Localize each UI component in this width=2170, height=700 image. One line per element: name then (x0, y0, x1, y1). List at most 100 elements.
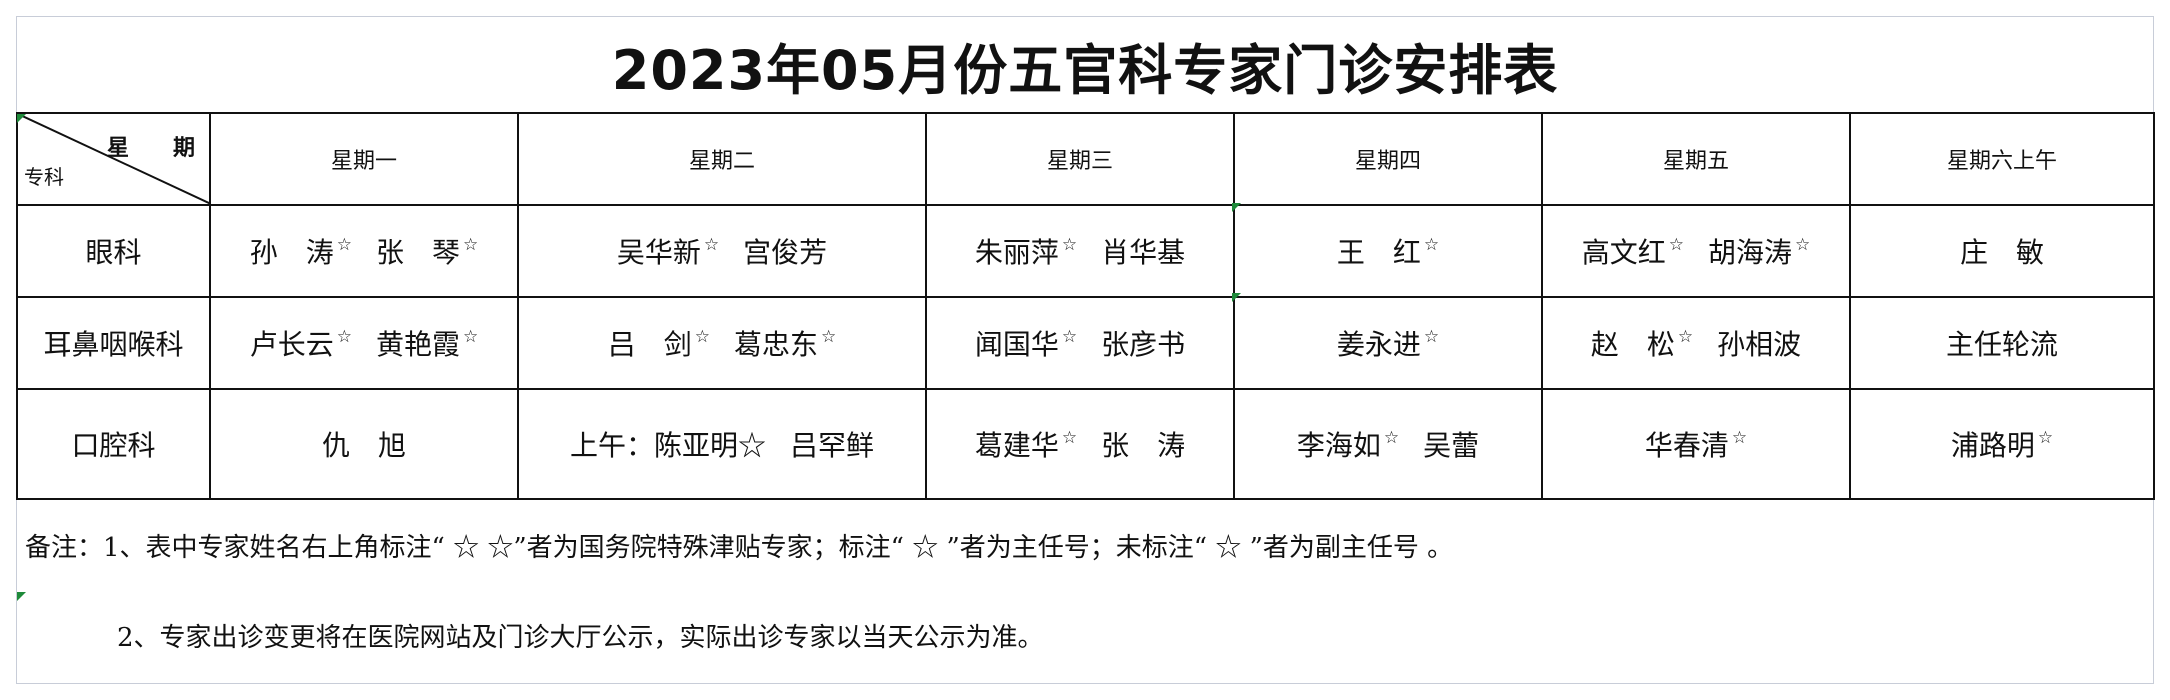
star-icon: ☆ (1423, 235, 1440, 255)
doctor-name-text: 闻国华 (974, 328, 1059, 361)
doctor-name-text: 葛建华 (974, 429, 1059, 462)
doctor-name-text: 胡海涛 (1708, 236, 1793, 269)
doctor-name-text: 朱丽萍 (974, 236, 1059, 269)
doctor-name: 胡海涛 ☆ (1708, 231, 1810, 271)
schedule-cell: 姜永进 ☆ (1233, 296, 1543, 390)
corner-dept-label: 专科 (24, 165, 64, 189)
schedule-cell: 庄 敏 (1849, 204, 2155, 298)
doctor-name-text: 赵 松 (1590, 328, 1675, 361)
doctor-name: 张 涛 (1101, 424, 1185, 464)
star-icon: ☆ (1383, 428, 1400, 448)
doctor-name-text: 孙 涛 (249, 236, 334, 269)
star-icon: ☆ (694, 327, 710, 347)
doctor-name-text: 王 红 (1336, 236, 1421, 269)
schedule-cell: 吴华新 ☆ 宫俊芳 (517, 204, 927, 298)
schedule-sheet: 2023年05月份五官科专家门诊安排表 星 期 专科 星期一 星期二 星期三 星… (16, 16, 2155, 684)
doctor-name: 葛建华 ☆ (975, 424, 1077, 464)
star-icon: ☆ (1795, 235, 1811, 255)
star-icon: ☆ (1731, 428, 1748, 448)
doctor-name-text: 华春清 (1644, 429, 1729, 462)
schedule-cell: 仇 旭 (209, 388, 519, 500)
doctor-name-text: 张 涛 (1101, 429, 1186, 462)
corner-weekday-label: 星 期 (106, 136, 195, 161)
dept-row: 耳鼻咽喉科 卢长云 ☆ 黄艳霞 ☆ 吕 剑 ☆ 葛忠东 ☆ 闻国华 ☆ 张彦书 姜永进 ☆ 赵 松 ☆ 孙相波主… (16, 296, 2155, 390)
doctor-name-text: 卢长云 (249, 328, 334, 361)
star-icon: ☆ (336, 327, 352, 347)
day-header: 星期三 (925, 112, 1235, 206)
schedule-cell: 浦路明 ☆ (1849, 388, 2155, 500)
star-icon: ☆ (336, 235, 352, 255)
dept-name: 耳鼻咽喉科 (16, 296, 211, 390)
doctor-name-text: 高文红 (1581, 236, 1666, 269)
doctor-name-text: 庄 敏 (1959, 236, 2044, 269)
star-icon: ☆ (1423, 327, 1440, 347)
doctor-name-text: 李海如 (1296, 429, 1381, 462)
schedule-cell: 赵 松 ☆ 孙相波 (1541, 296, 1851, 390)
doctor-name: 庄 敏 (1960, 231, 2044, 271)
star-icon: ☆ (821, 327, 837, 347)
star-icon: ☆ (1061, 235, 1078, 255)
day-header: 星期五 (1541, 112, 1851, 206)
schedule-cell: 孙 涛 ☆ 张 琴 ☆ (209, 204, 519, 298)
doctor-name: 主任轮流 (1946, 323, 2058, 363)
note-1: 备注：1、表中专家姓名右上角标注“ ☆ ☆”者为国务院特殊津贴专家；标注“ ☆ … (25, 533, 1454, 563)
schedule-cell: 吕 剑 ☆ 葛忠东 ☆ (517, 296, 927, 390)
schedule-cell: 李海如 ☆ 吴蕾 (1233, 388, 1543, 500)
doctor-name: 仇 旭 (322, 424, 406, 464)
doctor-name: 闻国华 ☆ (975, 323, 1077, 363)
star-icon: ☆ (463, 327, 479, 347)
dept-name: 眼科 (16, 204, 211, 298)
doctor-name: 王 红 ☆ (1337, 231, 1439, 271)
doctor-name: 李海如 ☆ (1297, 424, 1399, 464)
dept-row: 口腔科仇 旭上午：陈亚明☆ 吕罕鲜 葛建华 ☆ 张 涛李海如 ☆ 吴蕾 华春清 ☆ 浦路明 ☆ (16, 388, 2155, 500)
note-2: 2、专家出诊变更将在医院网站及门诊大厅公示，实际出诊专家以当天公示为准。 (117, 623, 1044, 653)
schedule-cell: 卢长云 ☆ 黄艳霞 ☆ (209, 296, 519, 390)
star-icon: ☆ (1061, 428, 1078, 448)
doctor-name-text: 吴蕾 (1423, 429, 1480, 462)
doctor-name-text: 葛忠东 (734, 328, 819, 361)
star-icon: ☆ (703, 235, 720, 255)
schedule-cell: 上午：陈亚明☆ 吕罕鲜 (517, 388, 927, 500)
cell-marker (1232, 293, 1241, 302)
doctor-name-text: 宫俊芳 (743, 236, 828, 269)
doctor-name: 吴华新 ☆ (617, 231, 719, 271)
doctor-name: 孙 涛 ☆ (250, 231, 352, 271)
doctor-name: 高文红 ☆ (1582, 231, 1684, 271)
doctor-name-text: 仇 旭 (321, 429, 406, 462)
cell-marker (1232, 203, 1241, 212)
star-icon: ☆ (2037, 428, 2054, 448)
doctor-name: 华春清 ☆ (1645, 424, 1747, 464)
doctor-name-text: 吕罕鲜 (790, 429, 875, 462)
schedule-cell: 葛建华 ☆ 张 涛 (925, 388, 1235, 500)
doctor-name: 吴蕾 (1423, 424, 1479, 464)
doctor-name: 浦路明 ☆ (1951, 424, 2053, 464)
star-icon: ☆ (1061, 327, 1078, 347)
doctor-name: 黄艳霞 ☆ (376, 323, 478, 363)
schedule-cell: 闻国华 ☆ 张彦书 (925, 296, 1235, 390)
doctor-name-text: 肖华基 (1101, 236, 1186, 269)
day-header: 星期六上午 (1849, 112, 2155, 206)
doctor-name-text: 黄艳霞 (376, 328, 461, 361)
page-title: 2023年05月份五官科专家门诊安排表 (611, 38, 1559, 102)
doctor-name: 赵 松 ☆ (1591, 323, 1693, 363)
day-header: 星期二 (517, 112, 927, 206)
doctor-name-text: 吴华新 (616, 236, 701, 269)
schedule-cell: 朱丽萍 ☆ 肖华基 (925, 204, 1235, 298)
corner-header-cell: 星 期 专科 (16, 112, 211, 206)
doctor-name-text: 姜永进 (1336, 328, 1421, 361)
doctor-name-text: 上午：陈亚明☆ (569, 429, 766, 462)
cell-marker (17, 592, 26, 601)
header-row: 星 期 专科 星期一 星期二 星期三 星期四 星期五 星期六上午 (16, 112, 2155, 206)
doctor-name-text: 孙相波 (1717, 328, 1802, 361)
doctor-name: 肖华基 (1101, 231, 1185, 271)
doctor-name: 卢长云 ☆ (250, 323, 352, 363)
doctor-name-text: 主任轮流 (1945, 328, 2058, 361)
doctor-name: 葛忠东 ☆ (734, 323, 836, 363)
doctor-name: 孙相波 (1717, 323, 1801, 363)
doctor-name: 上午：陈亚明☆ (570, 424, 766, 464)
doctor-name-text: 张彦书 (1101, 328, 1186, 361)
doctor-name: 吕罕鲜 (790, 424, 874, 464)
schedule-cell: 王 红 ☆ (1233, 204, 1543, 298)
doctor-name: 姜永进 ☆ (1337, 323, 1439, 363)
star-icon: ☆ (1677, 327, 1694, 347)
